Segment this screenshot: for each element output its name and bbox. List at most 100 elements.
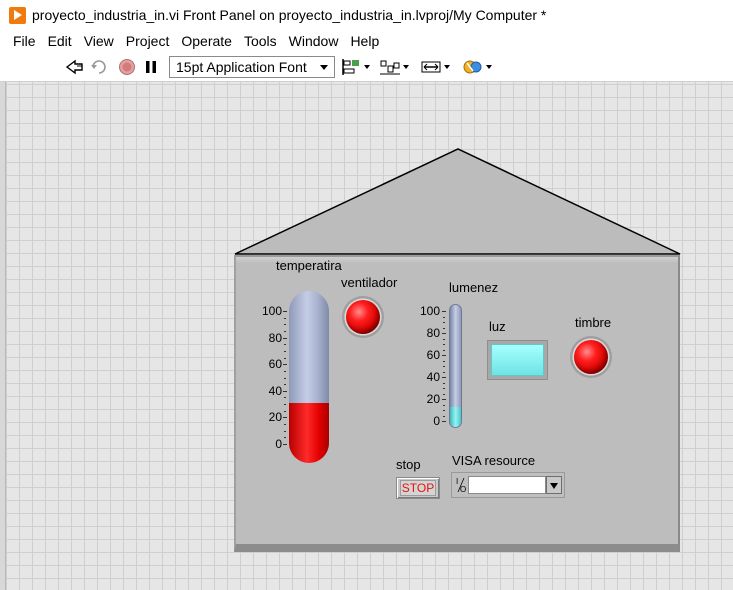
svg-text:I: I xyxy=(456,477,458,486)
temperatura-minor-tick xyxy=(284,424,286,426)
luz-label: luz xyxy=(489,319,506,334)
toolbar: 15pt Application Font xyxy=(0,51,733,82)
lumenez-minor-tick xyxy=(443,393,445,395)
labview-app-icon xyxy=(9,6,26,24)
lumenez-slider[interactable] xyxy=(449,304,462,428)
menu-view[interactable]: View xyxy=(78,33,120,49)
ventilador-label: ventilador xyxy=(341,275,398,290)
lumenez-minor-tick xyxy=(443,327,445,329)
temperatura-minor-tick xyxy=(284,317,286,319)
lumenez-minor-tick xyxy=(443,371,445,373)
distribute-objects-icon[interactable] xyxy=(379,57,409,77)
lumenez-major-tick xyxy=(442,355,446,356)
lumenez-minor-tick xyxy=(443,404,445,406)
temperatura-scale-label: 20 xyxy=(268,410,282,425)
ventilador-led xyxy=(342,296,384,338)
menu-file[interactable]: File xyxy=(7,33,42,49)
io-icon: IO xyxy=(455,476,467,494)
temperatura-minor-tick xyxy=(284,370,286,372)
lumenez-scale-label: 20 xyxy=(426,392,440,406)
lumenez-minor-tick xyxy=(443,322,445,323)
panel-left-edge xyxy=(0,82,6,590)
svg-text:O: O xyxy=(460,485,466,494)
temperatura-fill xyxy=(289,403,329,463)
lumenez-label: lumenez xyxy=(449,280,499,295)
lumenez-minor-tick xyxy=(443,344,445,345)
resize-objects-icon[interactable] xyxy=(420,57,450,77)
lumenez-fill xyxy=(450,406,461,427)
lumenez-scale-label: 40 xyxy=(426,370,440,384)
temperatura-major-tick xyxy=(283,417,287,419)
visa-resource-label: VISA resource xyxy=(452,453,536,468)
visa-resource-input[interactable] xyxy=(468,476,546,494)
abort-icon[interactable] xyxy=(116,57,138,77)
reorder-icon[interactable] xyxy=(461,57,493,77)
temperatura-scale-label: 80 xyxy=(268,330,282,345)
temperatura-scale-label: 40 xyxy=(268,383,282,398)
chevron-down-icon xyxy=(364,65,370,69)
temperatura-minor-tick xyxy=(284,410,286,412)
stop-button-text: STOP xyxy=(400,480,436,496)
temperatura-label: temperatira xyxy=(276,258,342,273)
temperatura-minor-tick xyxy=(284,397,286,399)
lumenez-minor-tick xyxy=(443,316,445,318)
temperatura-scale-label: 100 xyxy=(261,304,282,318)
temperatura-minor-tick xyxy=(284,350,286,352)
timbre-label: timbre xyxy=(575,315,612,330)
luz-indicator xyxy=(487,340,548,380)
menu-operate[interactable]: Operate xyxy=(175,33,238,49)
lumenez-minor-tick xyxy=(443,349,445,351)
temperatura-scale-label: 60 xyxy=(268,357,282,372)
menu-help[interactable]: Help xyxy=(344,33,385,49)
menu-tools[interactable]: Tools xyxy=(238,33,283,49)
lumenez-minor-tick xyxy=(443,360,445,362)
lumenez-major-tick xyxy=(442,377,446,378)
visa-dropdown-button[interactable] xyxy=(546,476,562,494)
chevron-down-icon xyxy=(403,65,409,69)
chevron-down-icon xyxy=(320,65,328,70)
temperatura-minor-tick xyxy=(284,430,286,432)
timbre-led xyxy=(570,336,612,378)
font-select[interactable]: 15pt Application Font xyxy=(169,56,335,78)
run-continuously-icon[interactable] xyxy=(88,57,110,77)
pause-icon[interactable] xyxy=(140,57,162,77)
menu-bar: File Edit View Project Operate Tools Win… xyxy=(0,30,733,51)
temperatura-minor-tick xyxy=(284,377,286,379)
lumenez-major-tick xyxy=(442,421,446,422)
temperatura-minor-tick xyxy=(284,324,286,326)
temperatura-thermometer xyxy=(289,291,329,463)
lumenez-minor-tick xyxy=(443,382,445,384)
align-objects-icon[interactable] xyxy=(341,57,371,77)
stop-button[interactable]: STOP xyxy=(396,477,440,499)
temperatura-major-tick xyxy=(283,311,287,312)
temperatura-major-tick xyxy=(283,444,287,445)
chevron-down-icon xyxy=(444,65,450,69)
stop-label: stop xyxy=(396,457,421,472)
lumenez-scale-label: 60 xyxy=(426,348,440,362)
lumenez-major-tick xyxy=(442,311,446,312)
lumenez-major-tick xyxy=(442,399,446,400)
lumenez-scale-label: 80 xyxy=(426,326,440,340)
temperatura-minor-tick xyxy=(284,344,286,346)
lumenez-scale-label: 100 xyxy=(419,304,440,318)
temperatura-major-tick xyxy=(283,390,287,392)
lumenez-minor-tick xyxy=(443,410,445,411)
temperatura-major-tick xyxy=(283,364,287,366)
temperatura-major-tick xyxy=(283,337,287,339)
title-bar: proyecto_industria_in.vi Front Panel on … xyxy=(0,0,733,30)
font-select-value: 15pt Application Font xyxy=(176,59,307,75)
lumenez-minor-tick xyxy=(443,388,445,389)
menu-edit[interactable]: Edit xyxy=(42,33,78,49)
menu-window[interactable]: Window xyxy=(283,33,345,49)
temperatura-minor-tick xyxy=(284,330,286,332)
temperatura-scale-label: 0 xyxy=(275,437,282,451)
visa-resource-control[interactable]: IO xyxy=(451,472,565,498)
menu-project[interactable]: Project xyxy=(120,33,176,49)
window-title: proyecto_industria_in.vi Front Panel on … xyxy=(32,7,547,23)
temperatura-minor-tick xyxy=(284,384,286,386)
lumenez-scale-label: 0 xyxy=(433,414,440,428)
run-arrow-icon[interactable] xyxy=(64,57,86,77)
chevron-down-icon xyxy=(486,65,492,69)
lumenez-minor-tick xyxy=(443,338,445,340)
temperatura-minor-tick xyxy=(284,404,286,406)
